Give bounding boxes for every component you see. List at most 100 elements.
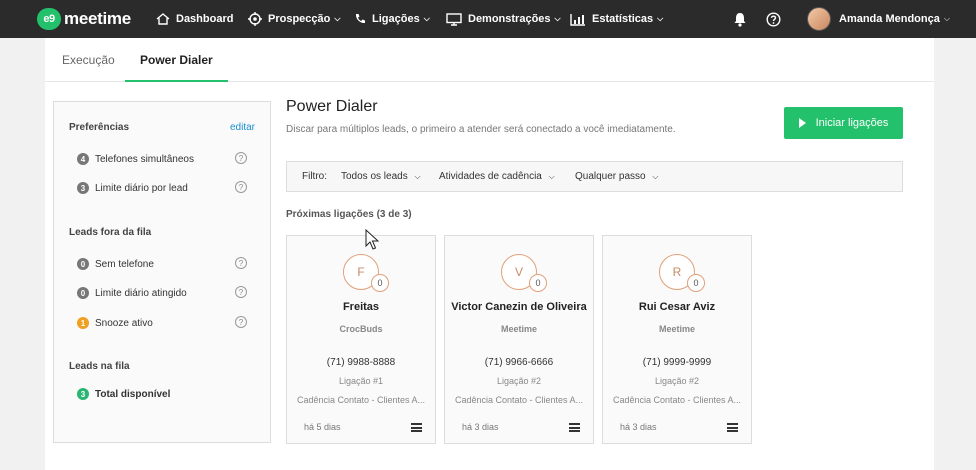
nav-prospeccao-label: Prospecção — [268, 13, 331, 25]
lead-card[interactable]: F 0 Freitas CrocBuds (71) 9988-8888 Liga… — [286, 235, 436, 444]
filter-option-label: Todos os leads — [341, 171, 408, 182]
lead-card[interactable]: V 0 Victor Canezin de Oliveira Meetime (… — [444, 235, 594, 444]
outside-limit-reached: 0 Limite diário atingido ? — [77, 286, 257, 300]
filter-leads-dropdown[interactable]: Todos os leads ⌵ — [341, 171, 421, 182]
filter-activities-dropdown[interactable]: Atividades de cadência ⌵ — [439, 171, 555, 182]
help-icon[interactable]: ? — [235, 181, 247, 193]
lead-name: Victor Canezin de Oliveira — [451, 301, 587, 313]
nav-demonstracoes[interactable]: Demonstrações ⌵ — [446, 0, 561, 38]
count-badge: 0 — [77, 258, 89, 270]
chevron-down-icon: ⌵ — [548, 172, 555, 181]
lead-cadence: Cadência Contato - Clientes A... — [296, 395, 426, 405]
top-navbar: e9 meetime Dashboard Prospecção ⌵ Ligaçõ… — [0, 0, 976, 38]
main-container: Execução Power Dialer Preferências edita… — [45, 38, 934, 470]
lead-count-badge: 0 — [371, 274, 389, 292]
lead-company: Meetime — [500, 324, 537, 334]
bell-icon — [734, 12, 746, 27]
help-icon[interactable]: ? — [235, 286, 247, 298]
page-title: Power Dialer — [286, 98, 378, 115]
lead-card[interactable]: R 0 Rui Cesar Aviz Meetime (71) 9999-999… — [602, 235, 752, 444]
chevron-down-icon: ⌵ — [334, 14, 341, 23]
play-icon — [798, 118, 806, 128]
chevron-down-icon: ⌵ — [423, 14, 430, 23]
lead-call-number: Ligação #2 — [654, 376, 700, 386]
notifications-button[interactable] — [733, 0, 747, 38]
chevron-down-icon: ⌵ — [657, 14, 664, 23]
chevron-down-icon: ⌵ — [943, 14, 950, 23]
lead-name: Freitas — [342, 301, 380, 313]
nav-estatisticas-label: Estatísticas — [592, 13, 654, 25]
lead-company: CrocBuds — [339, 324, 383, 334]
lead-call-number: Ligação #1 — [338, 376, 384, 386]
next-calls-title: Próximas ligações (3 de 3) — [286, 209, 412, 220]
lead-phone: (71) 9966-6666 — [484, 357, 554, 368]
lead-count-badge: 0 — [529, 274, 547, 292]
chevron-down-icon: ⌵ — [652, 172, 659, 181]
start-calls-label: Iniciar ligações — [815, 117, 889, 129]
target-icon — [248, 12, 262, 26]
lead-call-number: Ligação #2 — [496, 376, 542, 386]
user-menu[interactable]: Amanda Mendonça ⌵ — [807, 0, 950, 38]
outside-label: Sem telefone — [95, 258, 154, 270]
lead-cadence: Cadência Contato - Clientes A... — [454, 395, 584, 405]
preferences-sidebar: Preferências editar 4 Telefones simultân… — [53, 101, 271, 443]
lead-cadence: Cadência Contato - Clientes A... — [612, 395, 742, 405]
user-avatar — [807, 7, 831, 31]
logo-badge: e9 — [37, 8, 61, 30]
logo-text: meetime — [64, 9, 131, 28]
queue-label: Total disponível — [95, 388, 171, 400]
tab-power-dialer[interactable]: Power Dialer — [125, 38, 228, 82]
lead-time: há 3 dias — [462, 422, 499, 432]
menu-icon[interactable] — [727, 423, 738, 432]
lead-count-badge: 0 — [687, 274, 705, 292]
nav-dashboard[interactable]: Dashboard — [156, 0, 233, 38]
user-name: Amanda Mendonça — [839, 13, 940, 25]
lead-company: Meetime — [658, 324, 695, 334]
help-icon[interactable]: ? — [235, 152, 247, 164]
start-calls-button[interactable]: Iniciar ligações — [784, 107, 903, 139]
nav-ligacoes[interactable]: Ligações ⌵ — [354, 0, 430, 38]
chevron-down-icon: ⌵ — [554, 14, 561, 23]
filter-step-dropdown[interactable]: Qualquer passo ⌵ — [575, 171, 658, 182]
lead-phone: (71) 9988-8888 — [326, 357, 396, 368]
outside-label: Snooze ativo — [95, 317, 153, 329]
filter-bar: Filtro: Todos os leads ⌵ Atividades de c… — [286, 161, 903, 192]
mouse-cursor-icon — [365, 229, 379, 250]
edit-preferences-link[interactable]: editar — [230, 122, 255, 133]
nav-prospeccao[interactable]: Prospecção ⌵ — [248, 0, 340, 38]
lead-time: há 5 dias — [304, 422, 341, 432]
help-icon[interactable]: ? — [235, 257, 247, 269]
nav-estatisticas[interactable]: Estatísticas ⌵ — [570, 0, 663, 38]
outside-no-phone: 0 Sem telefone ? — [77, 257, 257, 271]
meetime-logo[interactable]: e9 meetime — [37, 8, 131, 30]
help-icon[interactable]: ? — [235, 316, 247, 328]
chevron-down-icon: ⌵ — [414, 172, 421, 181]
pref-simultaneous-phones: 4 Telefones simultâneos ? — [77, 152, 257, 166]
count-badge: 1 — [77, 317, 89, 329]
menu-icon[interactable] — [411, 423, 422, 432]
help-button[interactable] — [766, 0, 781, 38]
preferences-title: Preferências — [69, 122, 130, 133]
pref-label: Telefones simultâneos — [95, 153, 194, 165]
tab-bar: Execução Power Dialer — [45, 38, 934, 82]
count-badge: 3 — [77, 388, 89, 400]
monitor-icon — [446, 12, 462, 26]
outside-snooze: 1 Snooze ativo ? — [77, 316, 257, 330]
queue-total: 3 Total disponível — [77, 387, 257, 401]
filter-option-label: Qualquer passo — [575, 171, 646, 182]
count-badge: 3 — [77, 182, 89, 194]
count-badge: 4 — [77, 153, 89, 165]
nav-ligacoes-label: Ligações — [372, 13, 420, 25]
chart-icon — [570, 13, 585, 26]
lead-name: Rui Cesar Aviz — [638, 301, 716, 313]
outside-label: Limite diário atingido — [95, 287, 187, 299]
home-icon — [156, 13, 170, 25]
lead-time: há 3 dias — [620, 422, 657, 432]
filter-label: Filtro: — [302, 171, 327, 182]
tab-execucao[interactable]: Execução — [62, 38, 115, 82]
lead-phone: (71) 9999-9999 — [642, 357, 712, 368]
pref-label: Limite diário por lead — [95, 182, 188, 194]
page-subtitle: Discar para múltiplos leads, o primeiro … — [286, 124, 676, 135]
pref-daily-limit: 3 Limite diário por lead ? — [77, 181, 257, 195]
menu-icon[interactable] — [569, 423, 580, 432]
